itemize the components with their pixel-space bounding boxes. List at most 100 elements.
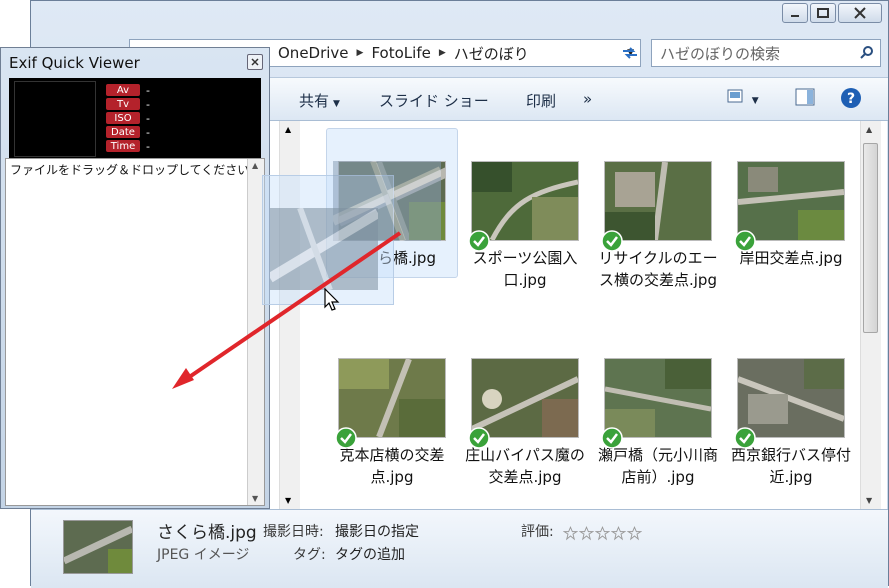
check-icon xyxy=(335,427,357,449)
more-commands-button[interactable]: » xyxy=(583,90,592,108)
details-filetype: JPEG イメージ xyxy=(157,547,250,563)
details-pane: さくら橋.jpg 撮影日時: 撮影日の指定 評価: JPEG イメージ タグ: … xyxy=(31,509,888,588)
svg-text:?: ? xyxy=(847,91,855,107)
search-input[interactable]: ハゼのぼりの検索 xyxy=(651,39,881,67)
maximize-button[interactable] xyxy=(810,3,836,23)
exif-row-av: Av - xyxy=(106,83,150,97)
exif-value: - xyxy=(146,111,150,125)
star-icon[interactable] xyxy=(579,526,594,541)
exif-value: - xyxy=(146,97,150,111)
caption-buttons xyxy=(782,3,882,23)
star-icon[interactable] xyxy=(627,526,642,541)
search-icon[interactable] xyxy=(860,45,874,59)
exif-value: - xyxy=(146,83,150,97)
details-rating-label: 評価: xyxy=(521,524,554,540)
details-thumbnail xyxy=(63,520,133,574)
rating-stars[interactable] xyxy=(563,526,642,541)
exif-tag: Tv xyxy=(106,98,140,110)
exif-row-date: Date - xyxy=(106,125,150,139)
details-tag-value[interactable]: タグの追加 xyxy=(335,544,405,564)
file-label: 克本店横の交差点.jpg xyxy=(339,446,445,486)
share-label: 共有 xyxy=(299,92,330,110)
exif-info-panel: Av - Tv - ISO - Date - Time - xyxy=(9,78,261,158)
star-icon[interactable] xyxy=(595,526,610,541)
file-item[interactable]: 西京銀行バス停付近.jpg xyxy=(731,358,851,488)
exif-row-time: Time - xyxy=(106,139,150,153)
file-item[interactable]: リサイクルのエース横の交差点.jpg xyxy=(598,161,718,291)
preview-pane-button[interactable] xyxy=(795,88,815,110)
maximize-icon xyxy=(817,8,829,18)
exif-preview-area xyxy=(14,81,96,157)
scroll-down-icon[interactable]: ▼ xyxy=(866,496,872,505)
drop-target-area[interactable]: ファイルをドラッグ＆ドロップしてください。 ▲ ▼ xyxy=(5,158,265,506)
minimize-button[interactable] xyxy=(782,3,808,23)
drop-message: ファイルをドラッグ＆ドロップしてください。 xyxy=(10,163,262,177)
star-icon[interactable] xyxy=(611,526,626,541)
details-date-label: 撮影日時: xyxy=(263,524,324,540)
file-label: 瀬戸橋（元小川商店前）.jpg xyxy=(598,446,719,486)
scroll-up-icon[interactable]: ▲ xyxy=(285,125,291,134)
help-icon: ? xyxy=(841,88,861,108)
exif-value: - xyxy=(146,125,150,139)
print-button[interactable]: 印刷 xyxy=(526,90,556,111)
close-icon xyxy=(251,58,259,66)
file-item[interactable]: 岸田交差点.jpg xyxy=(731,161,851,269)
breadcrumb-current[interactable]: ハゼのぼり xyxy=(450,43,533,64)
breadcrumb-separator-icon[interactable]: ▶ xyxy=(353,48,368,58)
exif-tag: Av xyxy=(106,84,140,96)
slideshow-button[interactable]: スライド ショー xyxy=(379,90,489,111)
close-icon xyxy=(854,7,866,19)
scroll-down-icon[interactable]: ▼ xyxy=(285,496,291,505)
file-item[interactable]: 克本店横の交差点.jpg xyxy=(332,358,452,488)
exif-value: - xyxy=(146,139,150,153)
drag-thumbnail xyxy=(270,208,378,290)
thumbnail xyxy=(468,161,579,252)
scroll-thumb[interactable] xyxy=(863,143,878,333)
refresh-icon xyxy=(623,47,637,59)
thumbnail xyxy=(468,358,579,449)
check-icon xyxy=(601,427,623,449)
star-icon[interactable] xyxy=(563,526,578,541)
exif-tag: ISO xyxy=(106,112,140,124)
exif-tag: Date xyxy=(106,126,140,138)
thumbnail xyxy=(335,358,446,449)
breadcrumb-separator-icon[interactable]: ▶ xyxy=(435,48,450,58)
file-item[interactable]: スポーツ公園入口.jpg xyxy=(465,161,585,291)
view-icon xyxy=(727,89,743,103)
preview-pane-icon xyxy=(795,88,815,106)
exif-row-iso: ISO - xyxy=(106,111,150,125)
thumbnail xyxy=(601,161,712,252)
help-button[interactable]: ? xyxy=(840,87,862,113)
thumbnail xyxy=(601,358,712,449)
details-date-value[interactable]: 撮影日の指定 xyxy=(335,521,419,541)
exif-row-tv: Tv - xyxy=(106,97,150,111)
view-options-button[interactable]: ▼ xyxy=(727,89,759,107)
file-item[interactable]: 庄山バイパス魔の交差点.jpg xyxy=(465,358,585,488)
minimize-icon xyxy=(791,15,799,17)
file-label: リサイクルのエース横の交差点.jpg xyxy=(598,249,718,289)
thumbnail xyxy=(734,161,845,252)
scroll-up-icon[interactable]: ▲ xyxy=(866,125,872,134)
file-label: 庄山バイパス魔の交差点.jpg xyxy=(465,446,585,486)
file-label: スポーツ公園入口.jpg xyxy=(472,249,578,289)
file-item[interactable]: 瀬戸橋（元小川商店前）.jpg xyxy=(598,358,718,488)
check-icon xyxy=(734,427,756,449)
search-placeholder: ハゼのぼりの検索 xyxy=(660,44,781,63)
chevron-down-icon: ▼ xyxy=(751,96,759,106)
file-list-scrollbar[interactable]: ▲ ▼ xyxy=(860,121,881,509)
scroll-up-icon[interactable]: ▲ xyxy=(252,161,258,170)
check-icon xyxy=(601,230,623,252)
check-icon xyxy=(468,230,490,252)
exif-close-button[interactable] xyxy=(247,54,263,70)
file-label: 西京銀行バス停付近.jpg xyxy=(731,446,852,486)
details-tag-label: タグ: xyxy=(293,547,326,563)
exif-window-title: Exif Quick Viewer xyxy=(9,54,140,72)
share-menu[interactable]: 共有 ▼ xyxy=(299,90,340,111)
exif-tag: Time xyxy=(106,140,140,152)
breadcrumb-fotolife[interactable]: FotoLife xyxy=(367,44,434,62)
scroll-down-icon[interactable]: ▼ xyxy=(252,494,258,503)
refresh-button[interactable] xyxy=(617,39,643,67)
cursor-icon xyxy=(324,288,340,311)
close-button[interactable] xyxy=(838,3,882,23)
exif-fields: Av - Tv - ISO - Date - Time - xyxy=(106,83,150,153)
